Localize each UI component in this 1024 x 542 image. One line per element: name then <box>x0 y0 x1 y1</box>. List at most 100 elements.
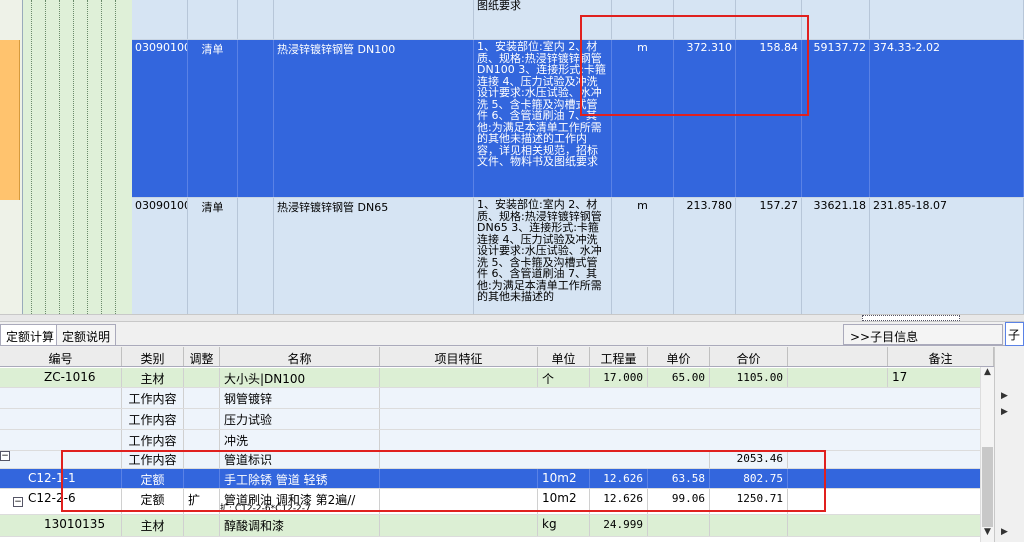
arrow-right-icon[interactable]: ▶ <box>1001 407 1008 417</box>
cell-total: 1250.71 <box>710 489 788 514</box>
pane-splitter[interactable] <box>0 314 1024 322</box>
cell-total: 1105.00 <box>710 368 788 387</box>
cell-feature <box>380 515 538 536</box>
cell-unit: kg <box>538 515 590 536</box>
cell-code <box>0 409 122 429</box>
tree-guide <box>115 0 116 314</box>
cell-code: C12-1-1 <box>0 469 122 488</box>
header-adjust[interactable]: 调整 <box>184 347 220 366</box>
cell-blank <box>788 489 994 514</box>
header-unit-price[interactable]: 单价 <box>648 347 710 366</box>
header-total[interactable]: 合价 <box>710 347 788 366</box>
cell-unit-price: 63.58 <box>648 469 710 488</box>
cell-category: 工作内容 <box>122 451 184 468</box>
cell-unit-price: 99.06 <box>648 489 710 514</box>
header-name[interactable]: 名称 <box>220 347 380 366</box>
header-code[interactable]: 编号 <box>0 347 122 366</box>
table-row[interactable]: 03090100 清单 热浸锌镀锌钢管 DN65 1、安装部位:室内 2、材质、… <box>132 198 1024 314</box>
grid-header: 编号 类别 调整 名称 项目特征 单位 工程量 单价 合价 备注 <box>0 347 994 367</box>
header-quantity[interactable]: 工程量 <box>590 347 648 366</box>
cell-extra <box>870 0 1024 39</box>
scroll-up-icon[interactable]: ▲ <box>984 367 991 377</box>
table-row[interactable]: 工作内容 冲洗 <box>0 430 994 451</box>
cell-total: 33621.18 <box>802 198 870 314</box>
cell-adjust <box>184 451 220 468</box>
cell-unit <box>612 0 674 39</box>
tab-quota-calc[interactable]: 定额计算 <box>0 324 61 345</box>
cell-adjust <box>184 409 220 429</box>
cell-unit-price: 157.27 <box>736 198 802 314</box>
cell-adjust <box>238 0 274 39</box>
table-row[interactable]: 工作内容 钢管镀锌 <box>0 388 994 409</box>
cell-unit: m <box>612 198 674 314</box>
tab-quota-desc[interactable]: 定额说明 <box>56 324 117 345</box>
cell-adjust <box>238 40 274 197</box>
cell-blank <box>788 368 888 387</box>
cell-adjust <box>184 430 220 450</box>
cell-category: 主材 <box>122 368 184 387</box>
cell-unit-price: 158.84 <box>736 40 802 197</box>
table-row[interactable]: 13010135 主材 醇酸调和漆 kg 24.999 <box>0 515 994 537</box>
header-category[interactable]: 类别 <box>122 347 184 366</box>
cell-name <box>274 0 474 39</box>
cell-adjust <box>184 515 220 536</box>
tree-guide <box>101 0 102 314</box>
arrow-right-icon[interactable]: ▶ <box>1001 391 1008 401</box>
header-blank[interactable] <box>788 347 888 366</box>
collapse-icon[interactable]: − <box>13 497 23 507</box>
header-unit[interactable]: 单位 <box>538 347 590 366</box>
cell-code <box>0 388 122 408</box>
table-row[interactable]: 工作内容 管道标识 2053.46 <box>0 451 994 469</box>
cell-unit-price <box>736 0 802 39</box>
cell-feature: 1、安装部位:室内 2、材质、规格:热浸锌镀锌钢管 DN65 3、连接形式:卡箍… <box>474 198 612 314</box>
table-row[interactable]: 工作内容 压力试验 <box>0 409 994 430</box>
cell-blank <box>788 515 994 536</box>
cell-category: 清单 <box>188 198 238 314</box>
cell-unit: 10m2 <box>538 469 590 488</box>
cell-code: 13010135 <box>0 515 122 536</box>
cell-rest <box>380 430 994 450</box>
cell-total <box>710 515 788 536</box>
cell-total: 2053.46 <box>710 451 788 468</box>
side-panel-tab[interactable]: 子 <box>1005 322 1024 346</box>
cell-note: 17 <box>888 368 994 387</box>
table-row[interactable]: ZC-1016 主材 大小头|DN100 个 17.000 65.00 1105… <box>0 368 994 388</box>
cell-name: 管道刷油 调和漆 第2遍// 扩: C12-2-6*C12-2-7 <box>220 489 380 514</box>
bill-items-grid[interactable]: 工作内容，详见相关规范，招标文件、物料书及图纸要求 03090100 清单 热浸… <box>132 0 1024 314</box>
cell-blank <box>788 451 994 468</box>
table-row[interactable]: C12-2-6 定额 扩 管道刷油 调和漆 第2遍// 扩: C12-2-6*C… <box>0 489 994 515</box>
table-row-selected[interactable]: 03090100 清单 热浸锌镀锌钢管 DN100 1、安装部位:室内 2、材质… <box>132 40 1024 198</box>
cell-feature <box>380 469 538 488</box>
cell-rest <box>380 409 994 429</box>
cell-quantity: 372.310 <box>674 40 736 197</box>
cell-feature: 工作内容，详见相关规范，招标文件、物料书及图纸要求 <box>474 0 612 39</box>
tree-guide <box>87 0 88 314</box>
tree-guide <box>45 0 46 314</box>
scrollbar-thumb[interactable] <box>982 447 993 527</box>
cell-code <box>132 0 188 39</box>
cell-name: 手工除锈 管道 轻锈 <box>220 469 380 488</box>
vertical-scrollbar[interactable]: ▲ ▼ <box>980 367 994 542</box>
collapse-icon[interactable]: − <box>0 451 10 461</box>
cell-code: ZC-1016 <box>0 368 122 387</box>
splitter-handle[interactable] <box>862 315 960 321</box>
sub-item-info-button[interactable]: >>子目信息 <box>843 324 1003 345</box>
header-feature[interactable]: 项目特征 <box>380 347 538 366</box>
cell-name: 钢管镀锌 <box>220 388 380 408</box>
cell-unit: m <box>612 40 674 197</box>
table-row-selected[interactable]: C12-1-1 定额 手工除锈 管道 轻锈 10m2 12.626 63.58 … <box>0 469 994 489</box>
arrow-right-icon[interactable]: ▶ <box>1001 527 1008 537</box>
cell-category <box>188 0 238 39</box>
cell-quantity <box>674 0 736 39</box>
scroll-down-icon[interactable]: ▼ <box>984 527 991 537</box>
cell-name: 管道标识 <box>220 451 380 468</box>
table-row[interactable]: 工作内容，详见相关规范，招标文件、物料书及图纸要求 <box>132 0 1024 40</box>
cell-total: 802.75 <box>710 469 788 488</box>
cell-category: 主材 <box>122 515 184 536</box>
quota-detail-grid[interactable]: 编号 类别 调整 名称 项目特征 单位 工程量 单价 合价 备注 ZC-1016… <box>0 347 994 542</box>
cell-adjust <box>238 198 274 314</box>
header-note[interactable]: 备注 <box>888 347 994 366</box>
cell-category: 工作内容 <box>122 388 184 408</box>
cell-adjust: 扩 <box>184 489 220 514</box>
cell-category: 工作内容 <box>122 409 184 429</box>
